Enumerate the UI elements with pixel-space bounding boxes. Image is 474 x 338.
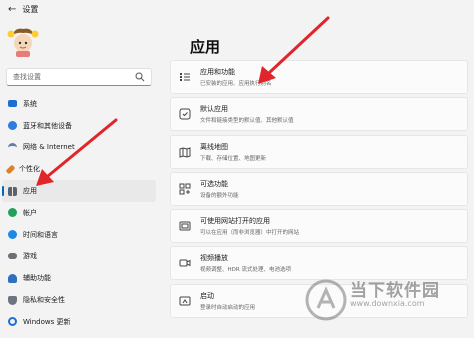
card-title: 视频播放 [200, 254, 228, 263]
card-title: 启动 [200, 291, 214, 300]
startup-icon [179, 296, 191, 306]
optional-features-icon [179, 183, 191, 195]
sidebar-item-privacy[interactable]: 隐私和安全性 [2, 289, 156, 311]
sidebar-item-label: 隐私和安全性 [23, 296, 65, 305]
card-startup[interactable]: 启动 登录时自动启动的应用 [170, 283, 468, 318]
bluetooth-icon [8, 121, 17, 131]
sidebar-item-label: 个性化 [19, 165, 40, 174]
card-apps-features[interactable]: 应用和功能 已安装的应用、应用执行别名 [170, 60, 468, 94]
main-content: 应用 应用和功能 已安装的应用、应用执行别名 默认应用 文件和链接类型的默认值、… [160, 18, 474, 338]
sidebar-item-system[interactable]: 系统 [2, 93, 156, 115]
card-subtitle: 下载、存储位置、地图更新 [200, 155, 267, 162]
card-offline-maps[interactable]: 离线地图 下载、存储位置、地图更新 [170, 134, 468, 169]
accessibility-icon [8, 273, 17, 283]
shield-icon [8, 295, 17, 305]
nav-list: 系统 蓝牙和其他设备 网络 & Internet 个性化 应用 帐户 时间和语言 [0, 93, 160, 333]
search-icon[interactable] [135, 72, 145, 82]
sidebar-item-apps[interactable]: 应用 [2, 180, 156, 202]
sidebar-item-label: 蓝牙和其他设备 [23, 121, 72, 130]
search-placeholder: 查找设置 [13, 73, 41, 81]
video-icon [179, 259, 191, 267]
card-title: 可使用网站打开的应用 [200, 217, 270, 226]
sidebar-item-label: 时间和语言 [23, 230, 58, 239]
sidebar-item-network[interactable]: 网络 & Internet [2, 137, 156, 159]
default-apps-icon [179, 108, 191, 120]
globe-clock-icon [8, 230, 17, 240]
sidebar-item-accessibility[interactable]: 辅助功能 [2, 267, 156, 289]
sidebar-item-label: 辅助功能 [23, 274, 51, 283]
card-subtitle: 文件和链接类型的默认值、其他默认值 [200, 118, 294, 125]
card-subtitle: 已安装的应用、应用执行别名 [200, 81, 272, 87]
avatar[interactable] [6, 24, 40, 58]
card-subtitle: 登录时自动启动的应用 [200, 304, 256, 311]
sidebar-item-label: 帐户 [23, 208, 37, 217]
wifi-icon [8, 142, 17, 152]
sidebar-item-label: 游戏 [23, 252, 37, 261]
map-icon [179, 146, 191, 158]
back-arrow-icon[interactable]: ← [8, 4, 16, 15]
search-input[interactable]: 查找设置 [6, 68, 152, 86]
apps-icon [8, 186, 17, 196]
card-title: 可选功能 [200, 179, 228, 188]
card-apps-for-websites[interactable]: 可使用网站打开的应用 可以在应用（而非浏览器）中打开的网站 [170, 209, 468, 244]
display-icon [8, 100, 17, 108]
brush-icon [5, 164, 16, 175]
page-title: 应用 [190, 38, 221, 56]
apps-list-icon [180, 73, 190, 81]
sidebar-item-label: 系统 [23, 99, 37, 108]
card-default-apps[interactable]: 默认应用 文件和链接类型的默认值、其他默认值 [170, 97, 468, 132]
sidebar-item-windows-update[interactable]: Windows 更新 [2, 311, 156, 333]
card-video-playback[interactable]: 视频播放 视频调整、HDR 流式处理、电池选项 [170, 246, 468, 281]
sidebar-item-time-language[interactable]: 时间和语言 [2, 224, 156, 246]
card-optional-features[interactable]: 可选功能 设备的额外功能 [170, 171, 468, 206]
card-title: 默认应用 [200, 105, 228, 114]
sidebar-item-label: Windows 更新 [23, 317, 71, 326]
card-title: 离线地图 [200, 142, 228, 151]
sidebar-item-label: 网络 & Internet [23, 143, 75, 152]
title-bar: ← 设置 [0, 0, 474, 18]
sidebar-item-bluetooth[interactable]: 蓝牙和其他设备 [2, 115, 156, 137]
update-icon [8, 317, 17, 327]
sidebar-item-personalization[interactable]: 个性化 [2, 158, 156, 180]
sidebar: 查找设置 系统 蓝牙和其他设备 网络 & Internet 个性化 应用 帐户 … [0, 18, 160, 338]
sidebar-item-accounts[interactable]: 帐户 [2, 202, 156, 224]
settings-cards: 应用和功能 已安装的应用、应用执行别名 默认应用 文件和链接类型的默认值、其他默… [170, 60, 468, 321]
sidebar-item-label: 应用 [23, 187, 37, 196]
web-apps-icon [179, 221, 191, 231]
card-subtitle: 视频调整、HDR 流式处理、电池选项 [200, 267, 291, 274]
controller-icon [8, 253, 17, 260]
person-icon [8, 208, 17, 218]
sidebar-item-gaming[interactable]: 游戏 [2, 246, 156, 268]
window-title: 设置 [22, 4, 39, 14]
card-subtitle: 可以在应用（而非浏览器）中打开的网站 [200, 230, 300, 237]
card-title: 应用和功能 [200, 68, 235, 76]
card-subtitle: 设备的额外功能 [200, 192, 239, 199]
